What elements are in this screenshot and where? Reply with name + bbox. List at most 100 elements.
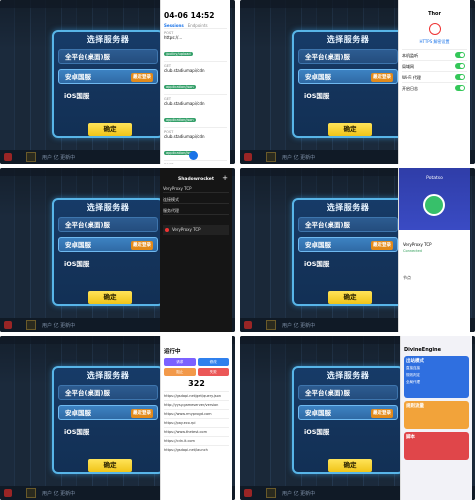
bottom-status: 用户 亿 更新中: [282, 155, 316, 161]
list-item[interactable]: 连接模式: [163, 195, 229, 204]
connection-status: Connected: [403, 249, 422, 253]
vpn-overlay: Potatso VeryProxy TCP Connected 节点: [398, 168, 470, 332]
option-label: iOS国服: [64, 428, 90, 436]
server-option-android[interactable]: 安卓国服 最近登录: [58, 69, 158, 84]
request-method: POST: [164, 163, 227, 164]
server-option-android[interactable]: 安卓国服 最近登录: [298, 69, 398, 84]
option-label: 全平台(桌面)服: [65, 389, 110, 397]
stat-tile[interactable]: 请求: [164, 358, 196, 366]
url-row[interactable]: https://gsdapi.net/launch: [164, 445, 229, 454]
close-icon[interactable]: [4, 321, 12, 329]
request-path: club.stadiumapi/cdn: [164, 68, 205, 73]
confirm-button[interactable]: 确定: [328, 123, 372, 136]
url-row[interactable]: http://yysy.gameserver/version: [164, 400, 229, 409]
list-item[interactable]: GET club.stadiumapi/cdn application/json: [164, 94, 227, 127]
toggle-switch[interactable]: [455, 85, 465, 91]
list-item[interactable]: GET club.stadiumapi/cdn application/json: [164, 61, 227, 94]
list-item[interactable]: POST https://.../policy/upload: [164, 28, 227, 61]
url-row[interactable]: https://gsdapi.net/get/query.json: [164, 391, 229, 400]
settings-row[interactable]: 本机监听: [402, 49, 467, 60]
close-icon[interactable]: [244, 489, 252, 497]
server-option-desktop[interactable]: 全平台(桌面)服: [58, 49, 158, 64]
feature-card[interactable]: 出站模式直接连接规则判定全局代理: [404, 356, 469, 398]
server-option-android[interactable]: 安卓国服 最近登录: [58, 237, 158, 252]
toggle-switch[interactable]: [455, 52, 465, 58]
settings-row[interactable]: 局域网: [402, 60, 467, 71]
close-icon[interactable]: [244, 153, 252, 161]
server-select-dialog: 选择服务器 全平台(桌面)服 安卓国服 最近登录 iOS国服 确定: [292, 198, 404, 306]
server-option-ios[interactable]: iOS国服: [58, 425, 158, 440]
option-label: 全平台(桌面)服: [305, 221, 350, 229]
tab-sessions[interactable]: Sessions: [164, 23, 184, 28]
menu-icon[interactable]: [266, 320, 276, 330]
mode-option[interactable]: 全局代理: [406, 380, 467, 385]
section-link[interactable]: HTTPS 解密设置: [402, 39, 467, 45]
close-icon[interactable]: [4, 153, 12, 161]
confirm-button[interactable]: 确定: [328, 291, 372, 304]
mode-option[interactable]: 直接连接: [406, 366, 467, 371]
menu-icon[interactable]: [266, 152, 276, 162]
add-button[interactable]: +: [222, 174, 228, 182]
menu-icon[interactable]: [266, 488, 276, 498]
option-label: iOS国服: [64, 260, 90, 268]
screenshot-grid: 选择服务器 全平台(桌面)服 安卓国服 最近登录 iOS国服 确定 用户 亿 更新…: [0, 0, 476, 500]
list-item[interactable]: VeryProxy TCP: [163, 184, 229, 193]
server-option-ios[interactable]: iOS国服: [58, 257, 158, 272]
server-option-desktop[interactable]: 全平台(桌面)服: [298, 217, 398, 232]
option-label: iOS国服: [304, 260, 330, 268]
content-type-chip: /policy/upload: [164, 52, 193, 56]
url-row[interactable]: https://www.thetest.com: [164, 427, 229, 436]
node-row[interactable]: VeryProxy TCP: [163, 225, 229, 235]
menu-icon[interactable]: [26, 152, 36, 162]
url-row[interactable]: https://www.rmyprogd.com: [164, 409, 229, 418]
item-label: 服务代理: [163, 208, 179, 213]
url-row[interactable]: https://pay.eco.rpi: [164, 418, 229, 427]
server-option-desktop[interactable]: 全平台(桌面)服: [58, 217, 158, 232]
stat-tile[interactable]: 修改: [197, 358, 229, 366]
menu-icon[interactable]: [26, 488, 36, 498]
menu-icon[interactable]: [26, 320, 36, 330]
content-type-chip: application/json: [164, 85, 196, 89]
list-item[interactable]: POST/portal/sample.login.loginapplicatio…: [164, 160, 227, 164]
game-panel-1: 选择服务器 全平台(桌面)服 安卓国服 最近登录 iOS国服 确定 用户 亿 更新…: [0, 0, 235, 164]
toggle-switch[interactable]: [455, 63, 465, 69]
server-option-android[interactable]: 安卓国服 最近登录: [298, 405, 398, 420]
recent-login-badge: 最近登录: [371, 409, 393, 418]
power-button[interactable]: [423, 194, 445, 216]
server-select-dialog: 选择服务器 全平台(桌面)服 安卓国服 最近登录 iOS国服 确定: [52, 366, 164, 474]
server-option-ios[interactable]: iOS国服: [298, 257, 398, 272]
stat-tile[interactable]: 失败: [197, 368, 229, 376]
server-option-desktop[interactable]: 全平台(桌面)服: [298, 385, 398, 400]
request-path: club.stadiumapi/cdn: [164, 101, 205, 106]
add-icon[interactable]: [189, 151, 198, 160]
card-title: 出站模式: [406, 359, 424, 364]
settings-row[interactable]: 开启日志: [402, 82, 467, 93]
confirm-button[interactable]: 确定: [88, 123, 132, 136]
content-type-chip: application/json: [164, 118, 196, 122]
server-option-desktop[interactable]: 全平台(桌面)服: [58, 385, 158, 400]
confirm-button[interactable]: 确定: [328, 459, 372, 472]
server-option-ios[interactable]: iOS国服: [298, 425, 398, 440]
toggle-switch[interactable]: [455, 74, 465, 80]
close-icon[interactable]: [4, 489, 12, 497]
app-title: DivineEngine: [404, 347, 442, 353]
stat-tile[interactable]: 阻止: [164, 368, 196, 376]
confirm-button[interactable]: 确定: [88, 291, 132, 304]
mode-option[interactable]: 规则判定: [406, 373, 467, 378]
server-option-android[interactable]: 安卓国服 最近登录: [58, 405, 158, 420]
settings-row[interactable]: Wi-Fi 代理: [402, 71, 467, 82]
feature-card[interactable]: 规则流量: [404, 401, 469, 429]
url-row[interactable]: https://cdn.it.com: [164, 436, 229, 445]
confirm-button[interactable]: 确定: [88, 459, 132, 472]
server-option-desktop[interactable]: 全平台(桌面)服: [298, 49, 398, 64]
list-item[interactable]: 服务代理: [163, 206, 229, 215]
server-option-ios[interactable]: iOS国服: [58, 89, 158, 104]
item-label: VeryProxy TCP: [163, 186, 192, 191]
feature-card[interactable]: 脚本: [404, 432, 469, 460]
close-icon[interactable]: [244, 321, 252, 329]
tab-endpoints[interactable]: Endpoints: [188, 23, 208, 28]
server-option-ios[interactable]: iOS国服: [298, 89, 398, 104]
sniffer-overlay: 04-06 14:52 Sessions Endpoints POST https://…: [160, 0, 230, 164]
server-option-android[interactable]: 安卓国服 最近登录: [298, 237, 398, 252]
dialog-title: 选择服务器: [86, 203, 130, 212]
